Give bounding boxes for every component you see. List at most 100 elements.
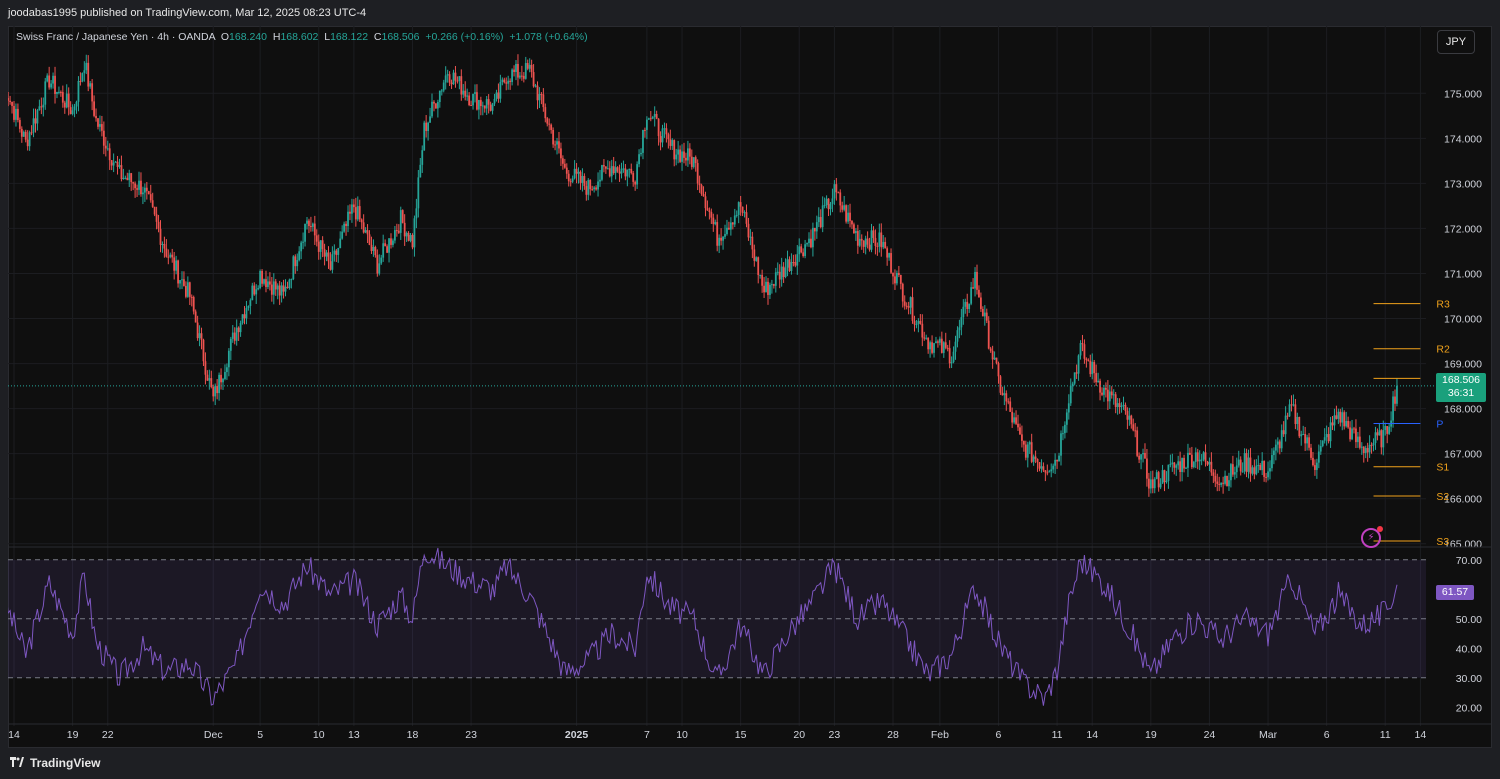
candle-body (1153, 478, 1156, 489)
candle-body (368, 234, 371, 245)
candle-body (1278, 441, 1281, 449)
candle-body (896, 272, 898, 284)
candle-body (327, 252, 330, 262)
candle-body (505, 82, 508, 84)
candle-body (612, 166, 615, 174)
candle-body (38, 106, 41, 111)
y-tick-label: 168.000 (1444, 404, 1482, 416)
y-tick-label: 171.000 (1444, 268, 1482, 280)
lightning-icon[interactable]: ⚡ (1361, 526, 1383, 548)
candle-body (442, 82, 445, 91)
candle-body (1189, 452, 1191, 455)
candle-body (15, 108, 17, 120)
candle-body (407, 232, 410, 241)
candle-body (245, 307, 248, 319)
candle-body (1210, 461, 1213, 473)
candle-body (177, 260, 179, 284)
candle-body (360, 219, 363, 223)
candle-body (810, 238, 812, 248)
candle-body (1366, 448, 1369, 453)
candle-body (1024, 444, 1027, 458)
candle-body (729, 222, 732, 230)
candle-body (140, 180, 142, 195)
candle-body (694, 157, 697, 164)
candle-body (1040, 466, 1043, 469)
candle-body (397, 230, 400, 233)
candle-body (606, 168, 609, 170)
candle-body (106, 148, 109, 150)
candle-body (13, 105, 15, 120)
candle-body (548, 123, 551, 125)
candle-body (497, 92, 500, 99)
candle-body (495, 92, 498, 99)
candle-body (216, 386, 219, 394)
candle-body (477, 100, 480, 110)
currency-button[interactable]: JPY (1437, 30, 1475, 54)
candle-body (851, 220, 853, 225)
candle-body (767, 281, 769, 295)
candle-body (247, 305, 250, 308)
candle-body (343, 223, 346, 232)
candle-body (386, 246, 388, 253)
candle-body (901, 283, 904, 302)
candle-body (1085, 358, 1088, 361)
chart-canvas[interactable]: 165.000 166.000 167.000 168.000 169.000 170.0… (8, 26, 1492, 748)
candle-body (349, 211, 351, 214)
candle-body (431, 101, 433, 117)
rsi-tick-label: 30.00 (1456, 673, 1482, 685)
candle-body (333, 250, 336, 255)
candle-body (1038, 462, 1041, 469)
candle-body (192, 297, 195, 312)
candle-body (1224, 475, 1226, 484)
symbol-name[interactable]: Swiss Franc / Japanese Yen · 4h · OANDA (16, 31, 215, 43)
candle-body (597, 181, 599, 190)
tradingview-logo-icon (10, 757, 24, 767)
candle-body (69, 107, 72, 115)
candle-body (1206, 461, 1209, 465)
candle-body (1028, 442, 1031, 445)
candle-body (20, 128, 23, 137)
candle-body (59, 91, 62, 93)
candle-body (948, 348, 951, 364)
rsi-band-fill (8, 559, 1426, 678)
candle-body (290, 279, 293, 281)
candle-body (1044, 470, 1047, 473)
candle-body (97, 118, 99, 127)
candle-body (854, 231, 857, 234)
candle-body (1118, 403, 1121, 408)
candle-body (1052, 465, 1055, 470)
candle-body (724, 234, 726, 237)
candle-body (151, 200, 154, 207)
candle-body (1179, 461, 1182, 472)
candle-body (243, 314, 246, 319)
x-tick-label: 11 (1380, 729, 1391, 741)
candle-body (274, 281, 277, 290)
candle-body (304, 223, 306, 242)
candle-body (1032, 456, 1035, 462)
candle-body (603, 165, 605, 167)
candle-body (493, 98, 496, 104)
candle-body (335, 250, 338, 255)
candle-body (364, 230, 367, 233)
x-tick-label: 6 (1324, 729, 1330, 741)
candle-body (550, 124, 553, 130)
candle-body (401, 210, 404, 223)
candle-body (1386, 426, 1389, 434)
candle-body (1257, 465, 1260, 467)
candle-body (134, 183, 137, 189)
candle-body (804, 244, 806, 256)
candle-body (1022, 440, 1025, 445)
candle-body (1124, 404, 1127, 411)
candle-body (374, 246, 377, 256)
candle-body (860, 238, 863, 241)
candle-body (567, 173, 570, 182)
candle-body (866, 238, 869, 245)
candle-body (354, 207, 357, 220)
footer-brand[interactable]: TradingView (30, 748, 100, 778)
candle-body (749, 236, 752, 238)
candle-body (32, 118, 35, 133)
candle-body (976, 271, 978, 290)
candle-body (1288, 404, 1291, 417)
candle-body (923, 337, 926, 339)
notification-dot (1377, 526, 1383, 532)
